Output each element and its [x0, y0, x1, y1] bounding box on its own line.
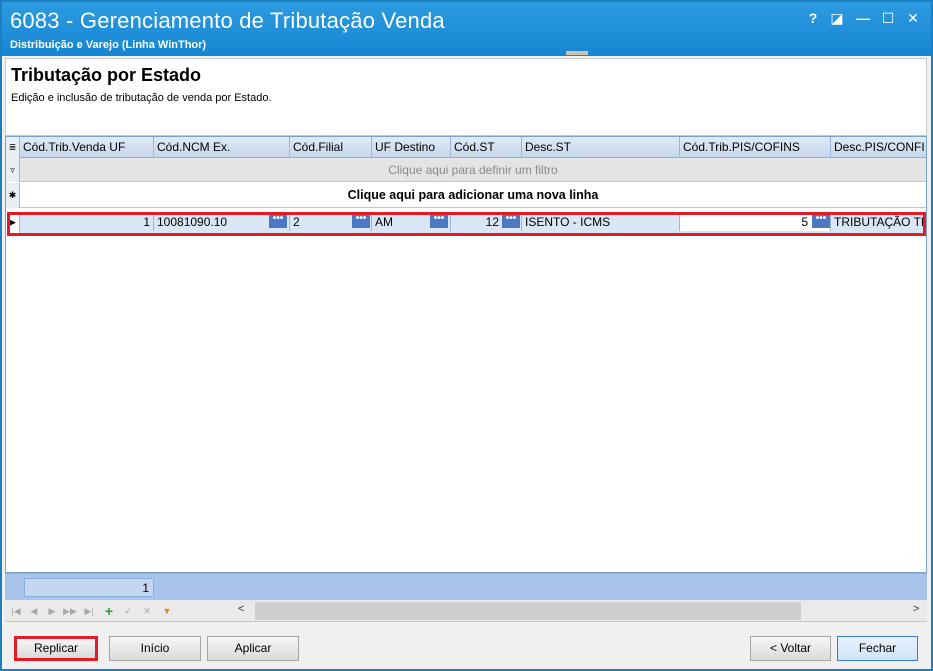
scroll-right-button[interactable]: >: [913, 603, 919, 615]
maximize-icon[interactable]: ☐: [877, 7, 899, 29]
add-record-icon[interactable]: +: [102, 603, 116, 619]
next-page-icon[interactable]: ▶▶: [63, 603, 77, 619]
last-record-icon[interactable]: ▶|: [82, 603, 96, 619]
cell-desc-st[interactable]: ISENTO - ICMS: [522, 213, 680, 231]
table-row[interactable]: ▶ 1 10081090.10 ••• 2 ••• AM ••• 12 ••• …: [6, 212, 926, 233]
page-title: Tributação por Estado: [11, 65, 202, 85]
minimize-icon[interactable]: —: [852, 7, 874, 29]
footer-toolbar: Replicar Início Aplicar < Voltar Fechar: [2, 624, 931, 669]
column-header-cod-st[interactable]: Cód.ST: [451, 137, 522, 158]
uf-lookup-button[interactable]: •••: [430, 214, 448, 228]
new-row[interactable]: ✱ Clique aqui para adicionar uma nova li…: [6, 183, 926, 208]
window-title: 6083 - Gerenciamento de Tributação Venda: [10, 8, 445, 33]
cell-cod-trib-pis-cofins[interactable]: 5: [680, 213, 831, 231]
column-header-desc-pis-cofins[interactable]: Desc.PIS/CONFI: [831, 137, 926, 158]
st-lookup-button[interactable]: •••: [502, 214, 520, 228]
help-icon[interactable]: ?: [802, 7, 824, 29]
restore-icon[interactable]: ◪: [826, 7, 848, 29]
aplicar-button[interactable]: Aplicar: [207, 636, 299, 661]
page-header: Tributação por Estado Edição e inclusão …: [5, 58, 927, 136]
column-chooser-icon[interactable]: ≣: [6, 137, 20, 158]
fechar-button[interactable]: Fechar: [837, 636, 918, 661]
new-row-label[interactable]: Clique aqui para adicionar uma nova linh…: [20, 183, 926, 208]
filter-placeholder[interactable]: Clique aqui para definir um filtro: [20, 158, 926, 182]
row-indicator-icon: ▶: [6, 212, 20, 233]
cell-desc-pis-cofins[interactable]: TRIBUTAÇÃO TE: [831, 213, 926, 231]
titlebar-accent: [566, 51, 588, 55]
column-header-cod-filial[interactable]: Cód.Filial: [290, 137, 372, 158]
title-bar: 6083 - Gerenciamento de Tributação Venda…: [2, 2, 931, 56]
voltar-button[interactable]: < Voltar: [750, 636, 831, 661]
column-header-cod-trib-pis-cofins[interactable]: Cód.Trib.PIS/COFINS: [680, 137, 831, 158]
grid-summary-bar: 1: [5, 573, 927, 600]
column-header-cod-trib-venda-uf[interactable]: Cód.Trib.Venda UF: [20, 137, 154, 158]
column-header-cod-ncm-ex[interactable]: Cód.NCM Ex.: [154, 137, 290, 158]
close-icon[interactable]: ✕: [902, 7, 924, 29]
first-record-icon[interactable]: |◀: [9, 603, 23, 619]
previous-record-icon[interactable]: ◀: [27, 603, 41, 619]
page-description: Edição e inclusão de tributação de venda…: [11, 92, 272, 104]
filial-lookup-button[interactable]: •••: [352, 214, 370, 228]
new-row-asterisk-icon: ✱: [6, 183, 20, 208]
column-header-uf-destino[interactable]: UF Destino: [372, 137, 451, 158]
window-subtitle: Distribuição e Varejo (Linha WinThor): [10, 39, 207, 51]
grid-navigator: |◀ ◀ ▶ ▶▶ ▶| + ✓ ✕ ▼ < >: [5, 600, 927, 622]
replicar-button[interactable]: Replicar: [14, 636, 98, 661]
filter-record-icon[interactable]: ▼: [160, 603, 174, 619]
filter-icon: ▿: [6, 158, 20, 182]
filter-row[interactable]: ▿ Clique aqui para definir um filtro: [6, 158, 926, 182]
next-record-icon[interactable]: ▶: [45, 603, 59, 619]
grid-column-header: ≣ Cód.Trib.Venda UF Cód.NCM Ex. Cód.Fili…: [6, 137, 926, 158]
confirm-record-icon[interactable]: ✓: [121, 603, 135, 619]
inicio-button[interactable]: Início: [109, 636, 201, 661]
horizontal-scrollbar[interactable]: [255, 602, 801, 620]
pis-cofins-lookup-button[interactable]: •••: [812, 214, 830, 228]
ncm-lookup-button[interactable]: •••: [269, 214, 287, 228]
cancel-record-icon[interactable]: ✕: [140, 603, 154, 619]
tributacao-grid: ≣ Cód.Trib.Venda UF Cód.NCM Ex. Cód.Fili…: [5, 136, 927, 573]
row-count: 1: [24, 578, 154, 597]
application-window: 6083 - Gerenciamento de Tributação Venda…: [0, 0, 933, 671]
scroll-left-button[interactable]: <: [238, 603, 244, 615]
column-header-desc-st[interactable]: Desc.ST: [522, 137, 680, 158]
cell-cod-trib-venda-uf[interactable]: 1: [20, 213, 154, 231]
